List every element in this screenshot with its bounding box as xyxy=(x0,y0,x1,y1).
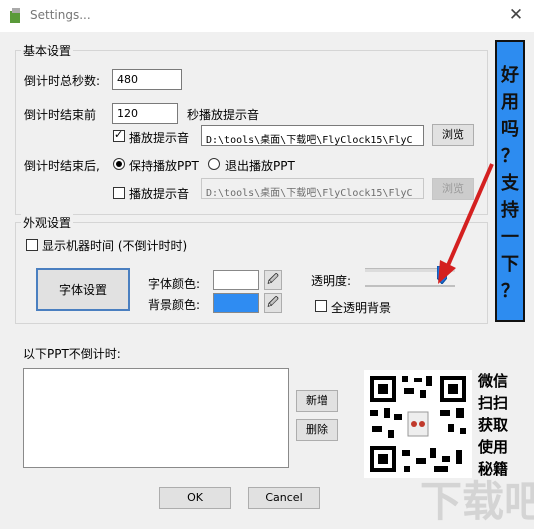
watermark: 下载吧 xyxy=(420,477,534,526)
window-title: Settings... xyxy=(30,8,91,22)
ok-button[interactable]: OK xyxy=(159,487,231,509)
font-color-label: 字体颜色: xyxy=(148,277,201,291)
exclusion-listbox[interactable] xyxy=(23,368,289,468)
qr-caption: 微信 扫扫 获取 使用 秘籍 xyxy=(478,370,514,480)
basic-settings-label: 基本设置 xyxy=(21,42,74,59)
add-button[interactable]: 新增 xyxy=(296,390,338,412)
before-end-label: 倒计时结束前 xyxy=(24,108,97,122)
eyedropper-icon: 🖉 xyxy=(267,273,279,286)
exit-ppt-radio[interactable] xyxy=(208,158,220,170)
total-seconds-input[interactable]: 480 xyxy=(112,69,182,90)
show-machine-time-checkbox[interactable] xyxy=(26,239,38,251)
bg-color-picker-button[interactable]: 🖉 xyxy=(264,293,282,313)
play-sound-checkbox[interactable] xyxy=(113,128,125,142)
qr-caption-line: 微信 xyxy=(478,372,509,390)
eyedropper-icon: 🖉 xyxy=(267,296,279,309)
transparency-label: 透明度: xyxy=(311,274,352,288)
qr-caption-line: 使用 xyxy=(478,438,509,456)
keep-ppt-radio[interactable] xyxy=(113,158,125,170)
red-arrow-annotation xyxy=(438,163,494,284)
qr-code xyxy=(364,370,472,478)
full-transparent-label: 全透明背景 xyxy=(331,301,392,315)
bg-color-label: 背景颜色: xyxy=(148,298,201,312)
appearance-label: 外观设置 xyxy=(21,214,74,231)
before-end-suffix: 秒播放提示音 xyxy=(187,108,260,122)
support-banner-text: 好用吗？支持一下？ xyxy=(501,65,519,302)
keep-ppt-label: 保持播放PPT xyxy=(129,159,199,173)
exit-ppt-label: 退出播放PPT xyxy=(225,159,295,173)
font-color-swatch[interactable] xyxy=(213,270,259,290)
play-sound2-checkbox[interactable] xyxy=(113,187,125,199)
font-settings-button[interactable]: 字体设置 xyxy=(36,268,130,311)
play-sound2-label: 播放提示音 xyxy=(129,187,190,201)
before-end-seconds-input[interactable]: 120 xyxy=(112,103,178,124)
qr-caption-line: 扫扫 xyxy=(478,394,509,412)
font-color-picker-button[interactable]: 🖉 xyxy=(264,270,282,290)
bg-color-swatch[interactable] xyxy=(213,293,259,313)
qr-caption-line: 获取 xyxy=(478,416,509,434)
delete-button[interactable]: 删除 xyxy=(296,419,338,441)
sound-path-input[interactable]: D:\tools\桌面\下载吧\FlyClock15\FlyC xyxy=(201,125,424,146)
show-machine-time-label: 显示机器时间 (不倒计时时) xyxy=(42,239,188,253)
app-icon xyxy=(9,8,23,24)
full-transparent-checkbox[interactable] xyxy=(315,300,327,312)
total-seconds-label: 倒计时总秒数: xyxy=(24,74,101,88)
browse-button[interactable]: 浏览 xyxy=(432,124,474,146)
support-banner: 好用吗？支持一下？ xyxy=(495,40,525,322)
play-sound-label: 播放提示音 xyxy=(129,131,190,145)
after-end-label: 倒计时结束后, xyxy=(24,159,100,173)
sound-path2-input[interactable]: D:\tools\桌面\下载吧\FlyClock15\FlyC xyxy=(201,178,424,199)
close-button[interactable]: ✕ xyxy=(505,5,527,25)
cancel-button[interactable]: Cancel xyxy=(248,487,320,509)
exclusion-list-label: 以下PPT不倒计时: xyxy=(23,347,121,361)
